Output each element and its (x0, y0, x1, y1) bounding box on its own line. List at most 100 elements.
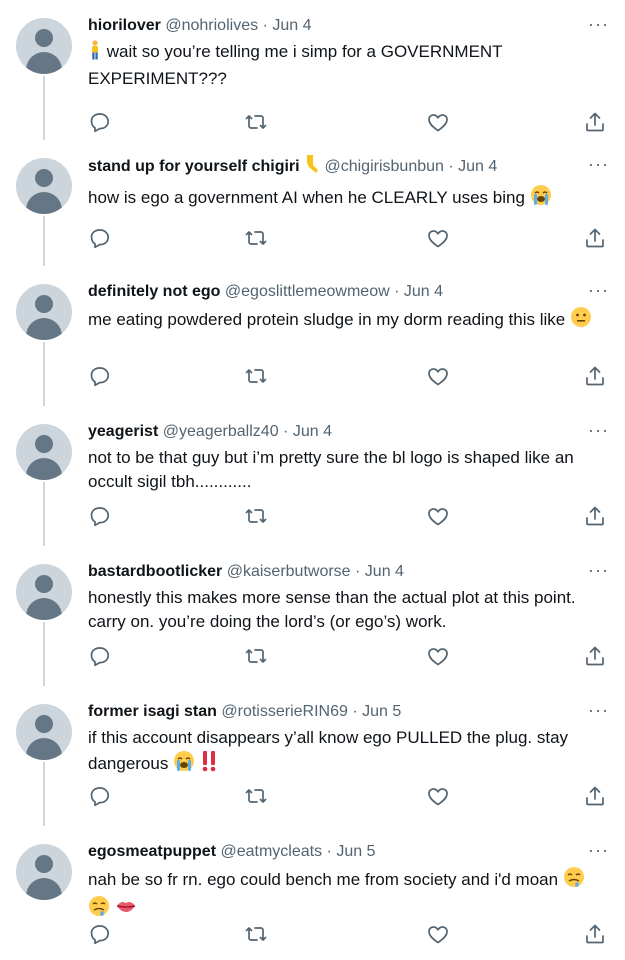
thread-line (43, 216, 45, 266)
share-icon[interactable] (583, 364, 609, 390)
share-icon[interactable] (583, 784, 609, 810)
retweet-icon[interactable] (244, 504, 270, 530)
like-icon[interactable] (426, 226, 452, 252)
avatar[interactable] (16, 158, 72, 214)
tweet-date[interactable]: Jun 4 (404, 283, 443, 300)
more-options-icon[interactable]: ··· (588, 154, 609, 174)
display-name[interactable]: yeagerist (88, 423, 158, 440)
tweet[interactable]: yeagerist @yeagerballz40 · Jun 4 not to … (0, 406, 625, 546)
avatar-head (35, 855, 53, 873)
tweet-actions (88, 504, 613, 530)
share-icon[interactable] (583, 504, 609, 530)
handle[interactable]: @kaiserbutworse (227, 563, 351, 580)
display-name[interactable]: bastardbootlicker (88, 563, 222, 580)
like-icon[interactable] (426, 784, 452, 810)
avatar-shoulders (26, 738, 62, 760)
separator: · (355, 563, 361, 580)
handle[interactable]: @egoslittlemeowmeow (225, 283, 390, 300)
share-icon[interactable] (583, 922, 609, 948)
tweet[interactable]: stand up for yourself chigiri @chigirisb… (0, 140, 625, 266)
retweet-icon[interactable] (244, 644, 270, 670)
tweet-date[interactable]: Jun 4 (365, 563, 404, 580)
tweet-date[interactable]: Jun 5 (336, 843, 375, 860)
thread-line (43, 76, 45, 140)
avatar[interactable] (16, 284, 72, 340)
handle[interactable]: @rotisserieRIN69 (221, 703, 348, 720)
tweet-body: stand up for yourself chigiri @chigirisb… (88, 154, 608, 213)
tweet-date[interactable]: Jun 4 (293, 423, 332, 440)
like-icon[interactable] (426, 922, 452, 948)
display-name[interactable]: definitely not ego (88, 283, 220, 300)
tweet-body: yeagerist @yeagerballz40 · Jun 4 not to … (88, 420, 608, 494)
more-options-icon[interactable]: ··· (588, 700, 609, 720)
tweet-date[interactable]: Jun 5 (362, 703, 401, 720)
tweet[interactable]: hiorilover @nohriolives · Jun 4 wait so … (0, 0, 625, 140)
reply-icon[interactable] (88, 644, 114, 670)
reply-icon[interactable] (88, 226, 114, 252)
reply-icon[interactable] (88, 504, 114, 530)
share-icon[interactable] (583, 110, 609, 136)
more-options-icon[interactable]: ··· (588, 14, 609, 34)
tweet-text: honestly this makes more sense than the … (88, 586, 608, 634)
tweet-body: definitely not ego @egoslittlemeowmeow ·… (88, 280, 608, 335)
tweet-header: former isagi stan @rotisserieRIN69 · Jun… (88, 700, 608, 724)
like-icon[interactable] (426, 364, 452, 390)
handle[interactable]: @yeagerballz40 (163, 423, 279, 440)
drooling-face-icon (563, 866, 585, 895)
tweet-text: wait so you’re telling me i simp for a G… (88, 40, 608, 91)
handle[interactable]: @eatmycleats (220, 843, 322, 860)
avatar[interactable] (16, 424, 72, 480)
more-options-icon[interactable]: ··· (588, 280, 609, 300)
reply-icon[interactable] (88, 922, 114, 948)
tweet-text-content: me eating powdered protein sludge in my … (88, 310, 566, 329)
tweet-header: bastardbootlicker @kaiserbutworse · Jun … (88, 560, 608, 584)
like-icon[interactable] (426, 110, 452, 136)
avatar-head (35, 575, 53, 593)
avatar-shoulders (26, 52, 62, 74)
neutral-face-icon (570, 306, 592, 335)
tweet[interactable]: bastardbootlicker @kaiserbutworse · Jun … (0, 546, 625, 686)
display-name[interactable]: egosmeatpuppet (88, 843, 216, 860)
avatar-shoulders (26, 458, 62, 480)
thread-line (43, 482, 45, 546)
avatar-head (35, 29, 53, 47)
avatar[interactable] (16, 564, 72, 620)
display-name[interactable]: stand up for yourself chigiri (88, 158, 300, 175)
tweet[interactable]: definitely not ego @egoslittlemeowmeow ·… (0, 266, 625, 406)
tweet[interactable]: former isagi stan @rotisserieRIN69 · Jun… (0, 686, 625, 826)
retweet-icon[interactable] (244, 784, 270, 810)
more-options-icon[interactable]: ··· (588, 560, 609, 580)
like-icon[interactable] (426, 644, 452, 670)
like-icon[interactable] (426, 504, 452, 530)
avatar-head (35, 295, 53, 313)
retweet-icon[interactable] (244, 364, 270, 390)
more-options-icon[interactable]: ··· (588, 420, 609, 440)
tweet-header: hiorilover @nohriolives · Jun 4 (88, 14, 608, 38)
share-icon[interactable] (583, 226, 609, 252)
tweet[interactable]: egosmeatpuppet @eatmycleats · Jun 5 nah … (0, 826, 625, 960)
reply-icon[interactable] (88, 110, 114, 136)
handle[interactable]: @chigirisbunbun (324, 158, 443, 175)
tweet-actions (88, 784, 613, 810)
avatar[interactable] (16, 844, 72, 900)
retweet-icon[interactable] (244, 110, 270, 136)
avatar[interactable] (16, 18, 72, 74)
display-name[interactable]: former isagi stan (88, 703, 217, 720)
retweet-icon[interactable] (244, 922, 270, 948)
tweet-text: not to be that guy but i’m pretty sure t… (88, 446, 608, 494)
reply-icon[interactable] (88, 784, 114, 810)
share-icon[interactable] (583, 644, 609, 670)
loudly-crying-face-icon (530, 184, 552, 213)
leg-emoji-icon (304, 154, 320, 182)
tweet-date[interactable]: Jun 4 (272, 17, 311, 34)
retweet-icon[interactable] (244, 226, 270, 252)
display-name[interactable]: hiorilover (88, 17, 161, 34)
handle[interactable]: @nohriolives (165, 17, 258, 34)
tweet-date[interactable]: Jun 4 (458, 158, 497, 175)
tweet-body: hiorilover @nohriolives · Jun 4 wait so … (88, 14, 608, 91)
tweet-text: nah be so fr rn. ego could bench me from… (88, 866, 608, 924)
avatar-head (35, 169, 53, 187)
avatar[interactable] (16, 704, 72, 760)
reply-icon[interactable] (88, 364, 114, 390)
more-options-icon[interactable]: ··· (588, 840, 609, 860)
